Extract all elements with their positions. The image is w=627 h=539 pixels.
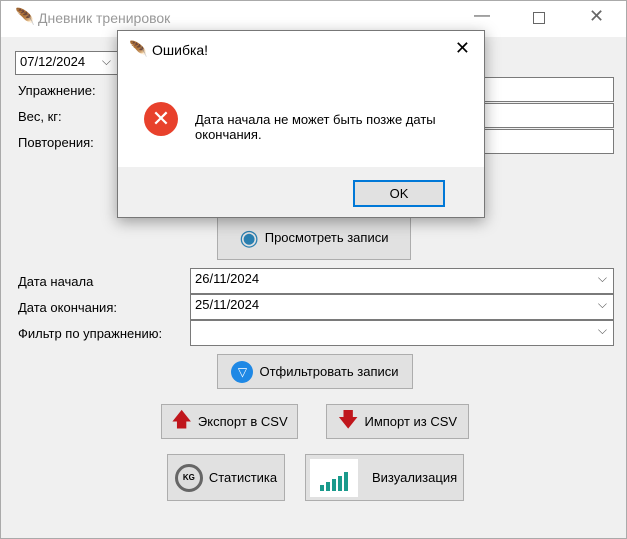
start-date-combo[interactable]: 26/11/2024 ⌵ — [190, 268, 614, 294]
dialog-close-icon[interactable]: ✕ — [455, 38, 470, 59]
close-button[interactable]: ✕ — [589, 6, 604, 27]
import-csv-button[interactable]: 🡇 Импорт из CSV — [326, 404, 469, 439]
chevron-down-icon: ⌵ — [101, 54, 111, 68]
chart-icon — [310, 458, 358, 497]
date-value: 07/12/2024 — [20, 54, 86, 69]
chevron-down-icon: ⌵ — [597, 271, 607, 285]
error-message: Дата начала не может быть позже даты око… — [195, 112, 436, 142]
funnel-icon: ▽ — [231, 360, 254, 383]
feather-icon: 🪶 — [129, 41, 148, 58]
error-icon: ✕ — [144, 102, 178, 136]
chevron-down-icon: ⌵ — [597, 323, 607, 337]
export-csv-button[interactable]: 🡅 Экспорт в CSV — [161, 404, 298, 439]
visualization-button[interactable]: Визуализация — [305, 454, 464, 501]
chevron-down-icon: ⌵ — [597, 297, 607, 311]
arrow-down-icon: 🡇 — [337, 408, 359, 431]
filter-records-label: Отфильтровать записи — [259, 364, 399, 379]
kettlebell-icon: KG — [174, 463, 203, 492]
arrow-up-icon: 🡅 — [171, 408, 192, 431]
maximize-button[interactable] — [533, 12, 545, 24]
ok-label: OK — [389, 186, 409, 201]
dialog-title: Ошибка! — [152, 42, 209, 58]
window-title: Дневник тренировок — [38, 10, 171, 26]
date-picker[interactable]: 07/12/2024 ⌵ — [15, 51, 118, 75]
end-date-value: 25/11/2024 — [195, 297, 260, 312]
ok-button[interactable]: OK — [353, 180, 445, 207]
eye-icon: ◉ — [239, 224, 259, 250]
start-date-value: 26/11/2024 — [195, 271, 260, 286]
feather-icon: 🪶 — [15, 9, 35, 26]
import-csv-label: Импорт из CSV — [364, 414, 458, 429]
exercise-label: Упражнение: — [18, 83, 96, 98]
statistics-button[interactable]: KG Статистика — [167, 454, 285, 501]
export-csv-label: Экспорт в CSV — [197, 414, 288, 429]
statistics-label: Статистика — [208, 470, 278, 485]
view-records-button[interactable]: ◉ Просмотреть записи — [217, 215, 411, 260]
end-date-combo[interactable]: 25/11/2024 ⌵ — [190, 294, 614, 320]
exercise-filter-label: Фильтр по упражнению: — [18, 326, 163, 341]
weight-label: Вес, кг: — [18, 109, 62, 124]
filter-records-button[interactable]: ▽ Отфильтровать записи — [217, 354, 413, 389]
visualization-label: Визуализация — [372, 470, 458, 485]
end-date-label: Дата окончания: — [18, 300, 117, 315]
start-date-label: Дата начала — [18, 274, 94, 289]
exercise-filter-combo[interactable]: ⌵ — [190, 320, 614, 346]
view-records-label: Просмотреть записи — [264, 230, 389, 245]
reps-label: Повторения: — [18, 135, 94, 150]
minimize-button[interactable]: — — [474, 7, 490, 25]
